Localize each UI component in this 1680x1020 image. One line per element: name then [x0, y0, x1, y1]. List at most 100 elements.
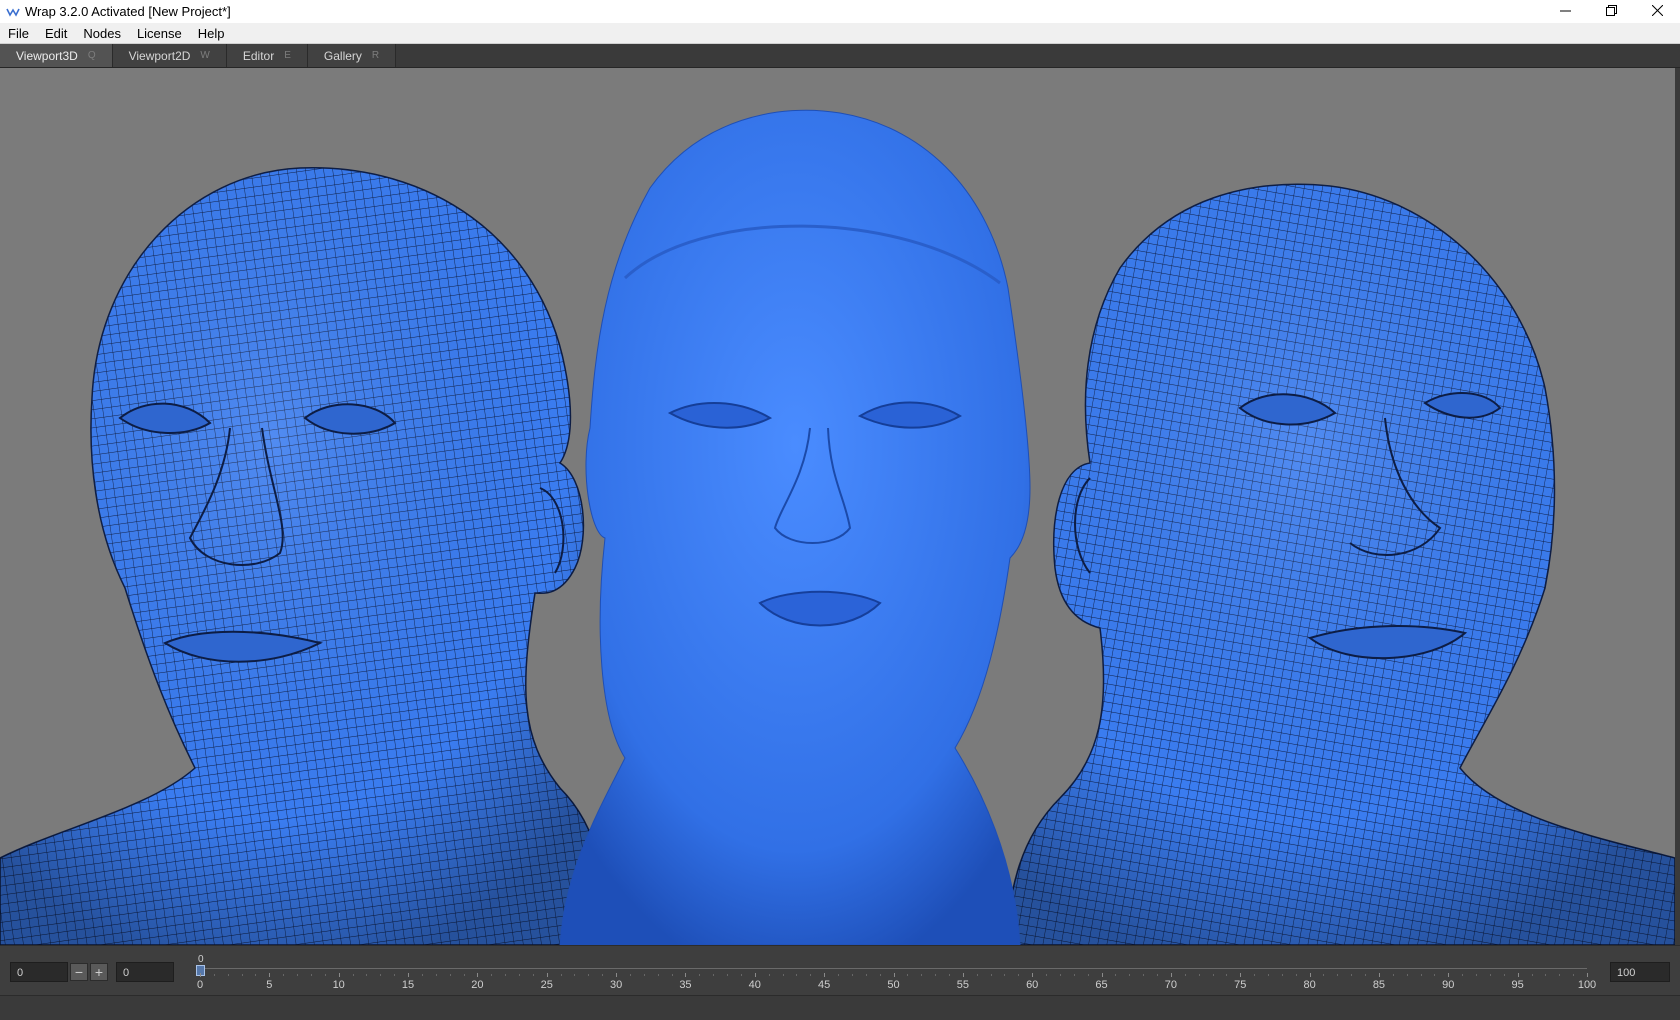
minimize-icon	[1559, 4, 1571, 19]
timeline-minor-tick	[921, 974, 923, 976]
timeline-minor-tick	[1157, 974, 1159, 976]
timeline-minor-tick	[227, 974, 229, 976]
timeline-tick-label: 95	[1511, 979, 1524, 991]
timeline-minor-tick	[1226, 974, 1228, 976]
tab-shortcut: E	[284, 50, 291, 61]
timeline-tick	[1378, 973, 1380, 977]
minimize-button[interactable]	[1542, 0, 1588, 23]
timeline-tick-label: 30	[609, 979, 623, 991]
timeline-tick	[616, 973, 618, 977]
timeline-minor-tick	[879, 974, 881, 976]
timeline-bar: 0 − + 0 0 0 5 10 15 20 25 30 35 40 45 50 55 60 65 70 75…	[0, 945, 1680, 995]
timeline-minor-tick	[727, 974, 729, 976]
menu-nodes[interactable]: Nodes	[75, 23, 129, 44]
timeline-minor-tick	[1254, 974, 1256, 976]
timeline-minor-tick	[1503, 974, 1505, 976]
timeline-minor-tick	[1046, 974, 1048, 976]
timeline-minor-tick	[421, 974, 423, 976]
tab-label: Gallery	[323, 48, 362, 63]
tab-shortcut: W	[200, 50, 210, 61]
timeline-minor-tick	[699, 974, 701, 976]
viewport-3d[interactable]	[0, 68, 1675, 945]
timeline-tick-label: 90	[1442, 979, 1455, 991]
timeline-tick	[1240, 973, 1242, 977]
timeline-minor-tick	[1198, 974, 1200, 976]
timeline-minor-tick	[810, 974, 812, 976]
timeline-minor-tick	[213, 974, 215, 976]
menu-help[interactable]: Help	[190, 23, 233, 44]
timeline-minor-tick	[505, 974, 507, 976]
timeline-minor-tick	[463, 974, 465, 976]
menu-file[interactable]: File	[0, 23, 37, 44]
viewport-right-edge	[1675, 68, 1680, 945]
menu-edit[interactable]: Edit	[37, 23, 75, 44]
timeline-minor-tick	[1281, 974, 1283, 976]
timeline-minor-tick	[588, 974, 590, 976]
timeline-minor-tick	[1462, 974, 1464, 976]
timeline-minor-tick	[629, 974, 631, 976]
timeline-minor-tick	[1531, 974, 1533, 976]
timeline-minor-tick	[255, 974, 257, 976]
timeline-tick	[269, 973, 271, 977]
timeline-tick-label: 80	[1303, 979, 1316, 991]
tab-viewport2d[interactable]: Viewport2D W	[112, 44, 227, 67]
timeline-minor-tick	[241, 974, 243, 976]
tab-label: Viewport2D	[128, 48, 191, 63]
timeline-tick	[1101, 973, 1103, 977]
timeline-minor-tick	[1184, 974, 1186, 976]
timeline-minor-tick	[1073, 974, 1075, 976]
timeline-tick	[962, 973, 964, 977]
increment-frame-button[interactable]: +	[90, 963, 108, 981]
window-controls	[1542, 0, 1680, 23]
restore-icon	[1605, 4, 1617, 19]
timeline-minor-tick	[1059, 974, 1061, 976]
timeline-tick-label: 75	[1234, 979, 1247, 991]
viewport-scene	[0, 109, 1675, 945]
restore-button[interactable]	[1588, 0, 1634, 23]
view-tab-bar: Viewport3D Q Viewport2D W Editor E Galle…	[0, 44, 1680, 68]
timeline-minor-tick	[1559, 974, 1561, 976]
start-frame-input[interactable]: 0	[10, 962, 68, 982]
timeline-tick-label: 45	[818, 979, 831, 991]
timeline-tick	[754, 973, 756, 977]
timeline-tick	[824, 973, 826, 977]
timeline-tick-label: 100	[1577, 979, 1597, 991]
timeline-tick-label: 25	[540, 979, 553, 991]
timeline-minor-tick	[1476, 974, 1478, 976]
timeline-minor-tick	[768, 974, 770, 976]
timeline-minor-tick	[1087, 974, 1089, 976]
timeline-minor-tick	[990, 974, 992, 976]
timeline-minor-tick	[602, 974, 604, 976]
timeline-minor-tick	[1406, 974, 1408, 976]
timeline-tick-label: 5	[266, 979, 273, 991]
timeline-track[interactable]	[200, 968, 1587, 969]
timeline-tick	[1032, 973, 1034, 977]
tab-viewport3d[interactable]: Viewport3D Q	[0, 44, 113, 67]
status-bar	[0, 995, 1680, 1020]
timeline-minor-tick	[782, 974, 784, 976]
menu-license[interactable]: License	[129, 23, 190, 44]
tab-label: Viewport3D	[16, 48, 78, 63]
timeline-tick	[546, 973, 548, 977]
close-button[interactable]	[1634, 0, 1680, 23]
tab-editor[interactable]: Editor E	[226, 44, 308, 67]
decrement-frame-button[interactable]: −	[70, 963, 88, 981]
timeline-tick	[1517, 973, 1519, 977]
timeline-tick	[200, 973, 201, 977]
timeline-tick	[1170, 973, 1172, 977]
timeline-minor-tick	[435, 974, 437, 976]
timeline-tick	[893, 973, 895, 977]
timeline-minor-tick	[283, 974, 285, 976]
timeline-minor-tick	[1212, 974, 1214, 976]
timeline-tick-label: 70	[1164, 979, 1178, 991]
timeline-minor-tick	[1392, 974, 1394, 976]
end-frame-input[interactable]: 100	[1610, 962, 1670, 982]
timeline-minor-tick	[1420, 974, 1422, 976]
wrap-app-icon	[5, 4, 21, 20]
current-frame-input[interactable]: 0	[116, 962, 174, 982]
timeline-minor-tick	[560, 974, 562, 976]
timeline-minor-tick	[671, 974, 673, 976]
timeline-minor-tick	[838, 974, 840, 976]
tab-gallery[interactable]: Gallery R	[307, 44, 397, 67]
timeline-tick	[477, 973, 479, 977]
